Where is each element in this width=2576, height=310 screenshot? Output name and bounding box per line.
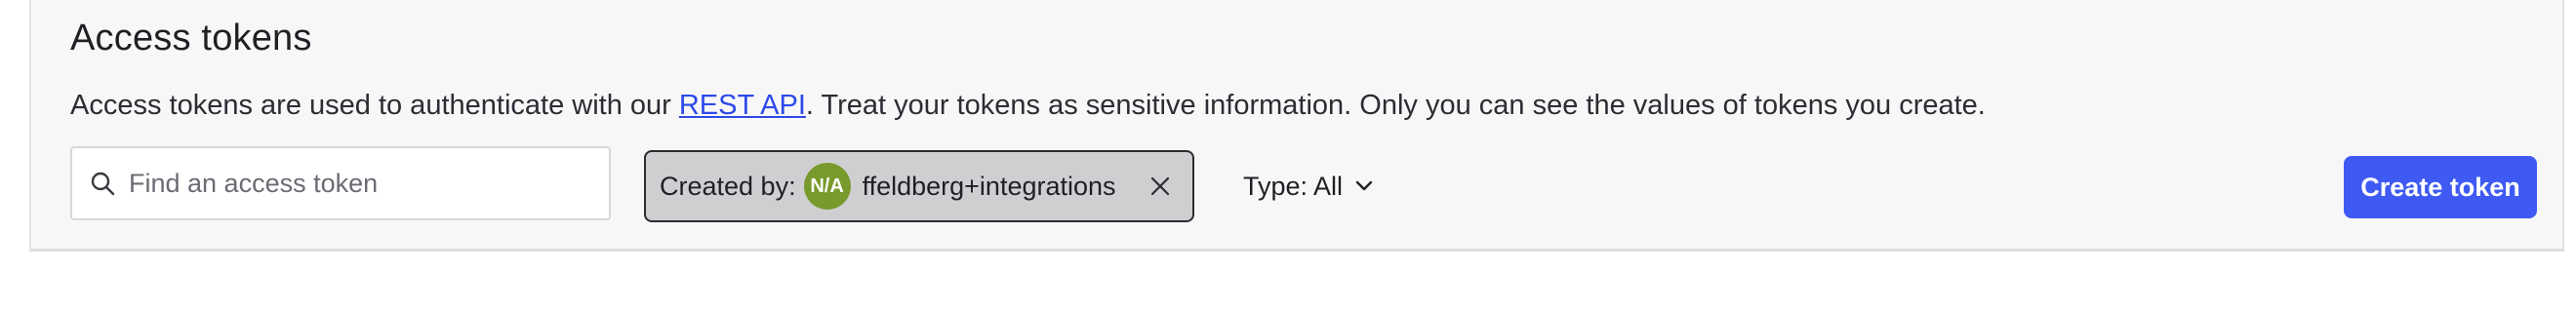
access-tokens-panel: Access tokens Access tokens are used to …	[29, 0, 2564, 252]
avatar: N/A	[803, 163, 851, 210]
chevron-down-icon	[1355, 180, 1373, 191]
description-suffix: . Treat your tokens as sensitive informa…	[805, 90, 1986, 121]
created-by-filter-chip[interactable]: Created by: N/A ffeldberg+integrations	[644, 150, 1194, 222]
search-icon	[91, 172, 115, 196]
description-prefix: Access tokens are used to authenticate w…	[70, 90, 679, 121]
search-input[interactable]	[127, 167, 580, 200]
page: Access tokens Access tokens are used to …	[0, 0, 2576, 310]
search-box[interactable]	[70, 146, 611, 220]
rest-api-link[interactable]: REST API	[679, 90, 806, 121]
page-description: Access tokens are used to authenticate w…	[70, 90, 1986, 122]
create-token-button[interactable]: Create token	[2344, 156, 2537, 218]
type-filter-dropdown[interactable]: Type: All	[1243, 162, 1374, 211]
created-by-label: Created by:	[660, 171, 796, 201]
type-filter-label: Type: All	[1243, 171, 1344, 201]
remove-filter-button[interactable]	[1146, 172, 1175, 201]
created-by-value: ffeldberg+integrations	[862, 171, 1116, 201]
close-icon	[1150, 176, 1169, 196]
page-title: Access tokens	[70, 18, 312, 58]
